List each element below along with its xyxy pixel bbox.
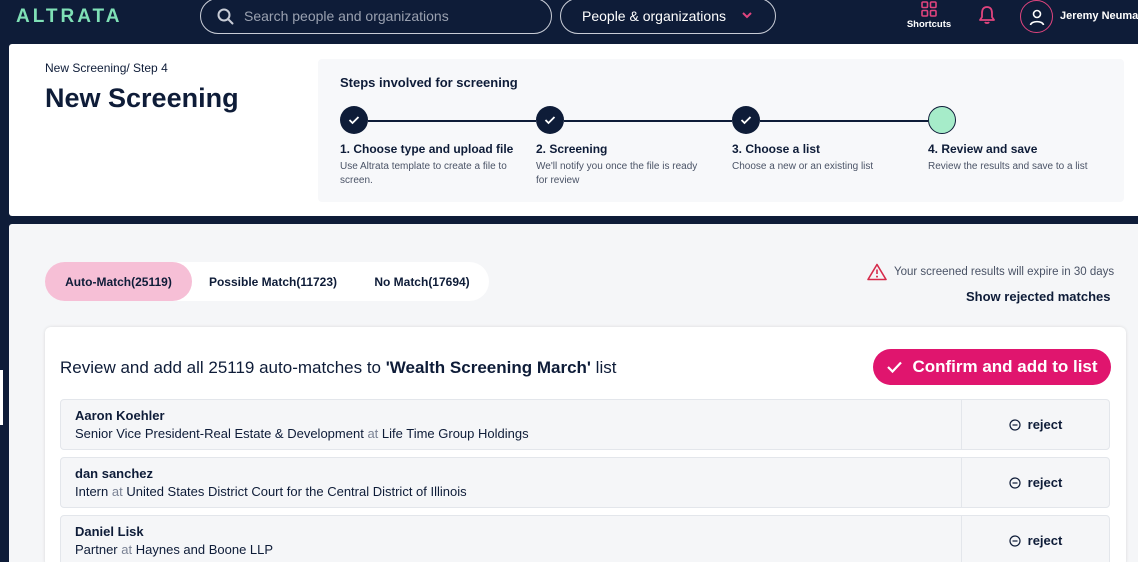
person-position: Partner at Haynes and Boone LLP [75, 542, 273, 557]
global-search[interactable] [200, 0, 552, 34]
tab-no-match[interactable]: No Match (17694) [355, 262, 489, 301]
at-separator: at [367, 426, 379, 441]
results-panel: Auto-Match (25119) Possible Match (11723) … [9, 224, 1138, 562]
grid-icon [921, 1, 937, 17]
user-avatar[interactable] [1020, 0, 1053, 33]
step-4-current-indicator [928, 106, 956, 134]
step-description: We'll notify you once the file is ready … [536, 161, 698, 186]
reject-label: reject [1027, 533, 1063, 548]
step-3-done-indicator [732, 106, 760, 134]
results-card: Review and add all 25119 auto-matches to… [45, 327, 1126, 562]
check-icon [740, 116, 752, 125]
tab-label: Possible Match [208, 274, 297, 289]
steps-title: Steps involved for screening [340, 75, 518, 90]
step-label: 3. Choose a list [732, 142, 821, 156]
tab-count: (11723) [296, 274, 338, 289]
step-1-done-indicator [340, 106, 368, 134]
tab-possible-match[interactable]: Possible Match (11723) [195, 262, 351, 301]
review-prefix: Review and add all 25119 auto-matches to [60, 358, 386, 377]
at-separator: at [121, 542, 133, 557]
altrata-logo[interactable]: ALTRATA [16, 6, 122, 28]
tab-label: Auto-Match [65, 274, 132, 289]
step-description: Use Altrata template to create a file to… [340, 161, 507, 186]
step-label: 1. Choose type and upload file [340, 142, 514, 156]
person-organization: Haynes and Boone LLP [135, 542, 274, 557]
warning-icon [867, 263, 887, 281]
check-icon [348, 116, 360, 125]
search-icon [217, 8, 234, 24]
chevron-down-icon [742, 12, 752, 19]
step-label: 2. Screening [536, 142, 608, 156]
show-rejected-link[interactable]: Show rejected matches [966, 289, 1111, 304]
person-organization: Life Time Group Holdings [381, 426, 529, 441]
top-nav: ALTRATA People & organizations Shortcuts [0, 0, 1138, 34]
minus-circle-icon [1009, 534, 1021, 547]
at-separator: at [111, 484, 123, 499]
breadcrumb: New Screening/ Step 4 [45, 61, 168, 75]
table-row: Aaron Koehler Senior Vice President-Real… [60, 399, 1110, 450]
step-description: Choose a new or an existing list [732, 161, 874, 172]
user-icon [1029, 9, 1044, 25]
person-role: Senior Vice President-Real Estate & Deve… [75, 426, 364, 441]
reject-label: reject [1027, 475, 1063, 490]
screening-header: New Screening/ Step 4 New Screening Step… [9, 44, 1138, 216]
match-tabs: Auto-Match (25119) Possible Match (11723) … [45, 262, 489, 301]
table-row: Daniel Lisk Partner at Haynes and Boone … [60, 515, 1110, 562]
bell-icon [979, 6, 995, 24]
expiry-notice: Your screened results will expire in 30 … [867, 263, 1114, 281]
table-row: dan sanchez Intern at United States Dist… [60, 457, 1110, 508]
reject-button[interactable]: reject [961, 458, 1109, 507]
person-position: Intern at United States District Court f… [75, 484, 467, 499]
reject-label: reject [1027, 417, 1063, 432]
step-description: Review the results and save to a list [928, 161, 1088, 172]
reject-button[interactable]: reject [961, 400, 1109, 449]
notifications-button[interactable] [978, 5, 996, 30]
check-icon [887, 361, 903, 374]
scope-selector-label: People & organizations [582, 8, 726, 24]
reject-button[interactable]: reject [961, 516, 1109, 562]
scope-selector[interactable]: People & organizations [560, 0, 776, 34]
shortcuts-label: Shortcuts [906, 19, 952, 30]
review-suffix: list [590, 358, 617, 377]
step-connector [368, 120, 536, 122]
person-role: Intern [75, 484, 109, 499]
person-position: Senior Vice President-Real Estate & Deve… [75, 426, 529, 441]
username[interactable]: Jeremy Neuma [1060, 10, 1138, 22]
confirm-add-label: Confirm and add to list [912, 357, 1098, 376]
tab-count: (25119) [131, 274, 172, 289]
person-role: Partner [75, 542, 118, 557]
step-connector [760, 120, 928, 122]
check-icon [544, 116, 556, 125]
page-title: New Screening [45, 83, 239, 113]
person-name[interactable]: dan sanchez [75, 466, 153, 481]
shortcuts-button[interactable]: Shortcuts [900, 0, 958, 30]
person-name[interactable]: Aaron Koehler [75, 408, 165, 423]
person-name[interactable]: Daniel Lisk [75, 524, 144, 539]
expiry-notice-text: Your screened results will expire in 30 … [894, 266, 1115, 278]
review-heading: Review and add all 25119 auto-matches to… [60, 358, 616, 378]
list-name: 'Wealth Screening March' [385, 358, 591, 377]
tab-count: (17694) [428, 274, 470, 289]
step-connector [564, 120, 732, 122]
tab-label: No Match [374, 274, 429, 289]
search-input[interactable] [244, 8, 534, 24]
tab-auto-match[interactable]: Auto-Match (25119) [45, 262, 192, 301]
steps-panel: Steps involved for screening 1. Choose t… [318, 59, 1124, 202]
step-label: 4. Review and save [928, 142, 1038, 156]
confirm-add-button[interactable]: Confirm and add to list [873, 349, 1111, 385]
side-scroll-marker [0, 370, 3, 425]
minus-circle-icon [1009, 476, 1021, 489]
person-organization: United States District Court for the Cen… [126, 484, 467, 499]
step-2-done-indicator [536, 106, 564, 134]
minus-circle-icon [1009, 418, 1021, 431]
